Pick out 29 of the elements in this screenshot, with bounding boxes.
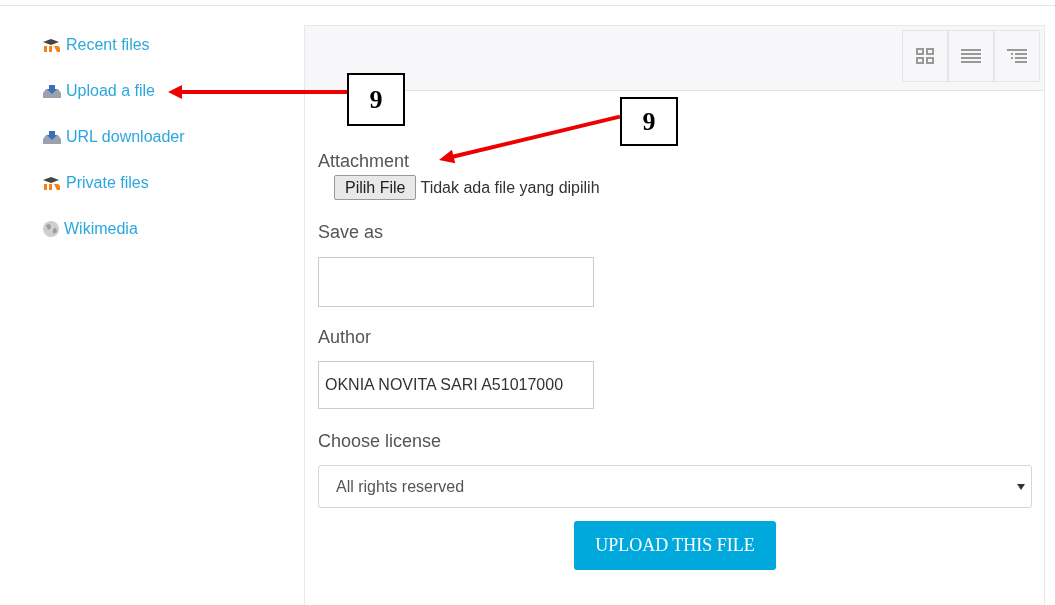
list-icon [961, 48, 981, 64]
view-button[interactable] [948, 30, 994, 82]
save-as-field[interactable] [318, 257, 594, 307]
repository-link[interactable]: Recent files [42, 34, 150, 56]
upload-button[interactable]: UPLOAD THIS FILE [574, 521, 776, 570]
callout-box: 9 [347, 73, 405, 126]
file-status: Tidak ada file yang dipilih [420, 177, 600, 198]
grid-icon [916, 48, 934, 64]
inbox-icon [42, 83, 62, 99]
repository-link[interactable]: Wikimedia [42, 218, 138, 240]
license-select[interactable]: All rights reserved [318, 465, 1032, 508]
caret-icon [1017, 483, 1025, 490]
cap-icon [42, 176, 62, 190]
repository-link[interactable]: URL downloader [42, 126, 185, 148]
field-label: Save as [318, 221, 385, 244]
callout-box: 9 [620, 97, 678, 146]
field-label: Choose license [318, 430, 443, 453]
repository-link[interactable]: Private files [42, 172, 149, 194]
cap-icon [42, 38, 62, 52]
tree-list-icon [1007, 48, 1027, 64]
view-button[interactable] [902, 30, 948, 82]
globe-icon [42, 220, 60, 238]
repository-link[interactable]: Upload a file [42, 80, 155, 102]
field-label: Author [318, 326, 373, 349]
view-button[interactable] [994, 30, 1040, 82]
inbox-icon [42, 129, 62, 145]
choose-file-button[interactable]: Pilih File [334, 175, 417, 200]
author-field[interactable]: OKNIA NOVITA SARI A51017000 [318, 361, 594, 409]
field-label: Attachment [318, 150, 411, 173]
